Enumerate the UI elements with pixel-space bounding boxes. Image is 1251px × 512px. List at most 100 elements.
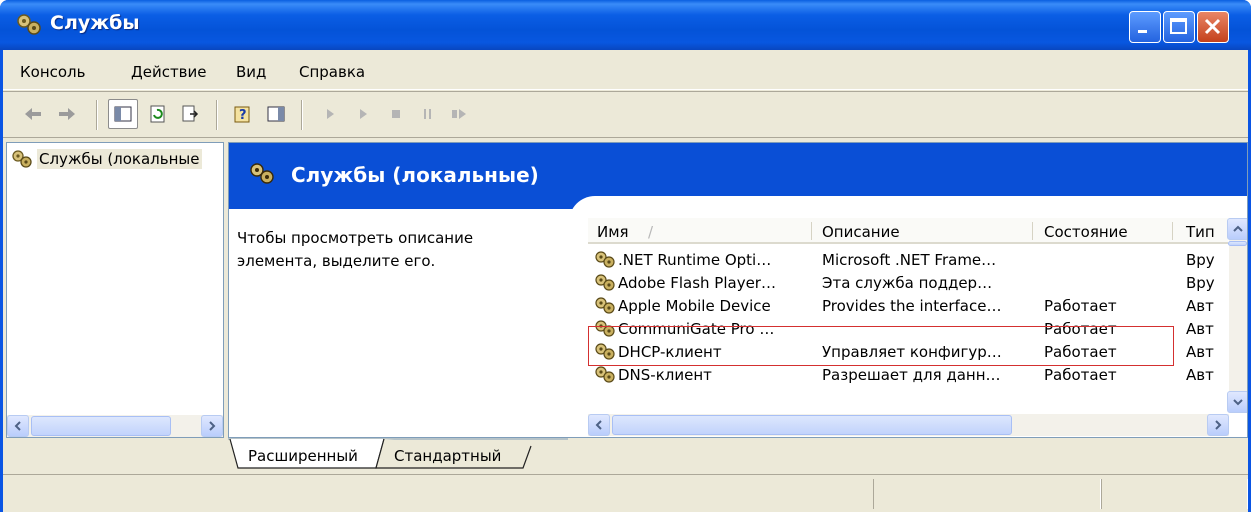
services-gear-icon: [17, 14, 41, 35]
tree-horizontal-scrollbar[interactable]: [7, 415, 223, 437]
toolbar-separator: [301, 100, 303, 130]
table-row[interactable]: Apple Mobile Device Provides the interfac…: [588, 294, 1228, 317]
service-gear-icon: [594, 273, 616, 295]
forward-arrow-icon: [59, 108, 75, 120]
column-header-row: Имя / Описание Состояние Тип: [588, 218, 1228, 244]
column-header-description[interactable]: Описание: [822, 223, 900, 241]
column-divider[interactable]: [1032, 222, 1033, 240]
description-line: элемента, выделите его.: [237, 252, 436, 270]
help-button[interactable]: ?: [228, 99, 258, 129]
scroll-left-button[interactable]: [588, 414, 610, 436]
pause-service-button[interactable]: [413, 99, 443, 129]
cell-name: Apple Mobile Device: [618, 297, 771, 315]
scroll-right-button[interactable]: [1207, 414, 1229, 436]
export-list-button[interactable]: [175, 99, 205, 129]
tab-extended[interactable]: Расширенный: [248, 447, 358, 465]
status-bar: [3, 474, 1248, 512]
scroll-up-button[interactable]: [1227, 218, 1247, 240]
scroll-down-button[interactable]: [1227, 391, 1247, 413]
list-horizontal-scrollbar[interactable]: [588, 414, 1229, 436]
status-cell: [1101, 479, 1248, 509]
tree-item-services-local[interactable]: Службы (локальные: [11, 149, 202, 169]
column-divider[interactable]: [811, 222, 812, 240]
start-service-button[interactable]: [315, 99, 345, 129]
service-gear-icon: [594, 365, 616, 387]
export-list-icon: [182, 105, 199, 122]
refresh-icon: [150, 105, 165, 123]
forward-button[interactable]: [52, 99, 82, 129]
list-vertical-scrollbar[interactable]: [1227, 218, 1247, 413]
restart-service-button[interactable]: [444, 99, 474, 129]
back-arrow-icon: [25, 108, 41, 120]
cell-type: Авт: [1186, 366, 1214, 384]
menu-bar: Консоль Действие Вид Справка: [3, 50, 1248, 90]
menu-console[interactable]: Консоль: [20, 63, 86, 81]
close-button[interactable]: [1197, 11, 1229, 43]
play-icon: [327, 109, 334, 119]
chevron-right-icon: [209, 421, 216, 431]
column-divider[interactable]: [1172, 222, 1173, 240]
menu-view[interactable]: Вид: [236, 63, 266, 81]
console-tree-icon: [114, 106, 132, 122]
cell-type: Авт: [1186, 343, 1214, 361]
menu-help[interactable]: Справка: [299, 63, 365, 81]
details-pane: Службы (локальные) Чтобы просмотреть опи…: [228, 142, 1248, 438]
stop-service-button[interactable]: [381, 99, 411, 129]
chevron-right-icon: [1215, 420, 1222, 430]
highlight-annotation-box: [588, 326, 1174, 366]
tree-item-label: Службы (локальные: [37, 149, 202, 169]
cell-name: .NET Runtime Opti…: [618, 251, 772, 269]
toolbar: ?: [3, 91, 1248, 138]
show-hide-console-tree-button[interactable]: [108, 99, 138, 129]
window-title: Службы: [50, 12, 140, 34]
start-service-alt-button[interactable]: [348, 99, 378, 129]
services-gear-icon: [250, 163, 274, 184]
pane-title: Службы (локальные): [291, 163, 539, 187]
scroll-thumb[interactable]: [1228, 241, 1247, 246]
status-cell: [873, 479, 1101, 509]
cell-name: Adobe Flash Player…: [618, 274, 776, 292]
maximize-button[interactable]: [1163, 11, 1195, 43]
table-row[interactable]: DNS-клиент Разрешает для данн… Работает Авт: [588, 363, 1228, 386]
cell-type: Вру: [1186, 251, 1215, 269]
table-row[interactable]: Adobe Flash Player… Эта служба поддер… Вру: [588, 271, 1228, 294]
column-header-status[interactable]: Состояние: [1044, 223, 1128, 241]
tab-standard[interactable]: Стандартный: [394, 447, 501, 465]
stop-icon: [392, 110, 400, 118]
chevron-left-icon: [14, 421, 21, 431]
svg-text:?: ?: [239, 108, 247, 123]
sort-indicator: /: [648, 223, 654, 241]
scroll-thumb[interactable]: [31, 416, 171, 436]
chevron-left-icon: [595, 420, 602, 430]
column-header-name[interactable]: Имя: [597, 223, 629, 241]
cell-description: Microsoft .NET Frame…: [822, 251, 997, 269]
cell-description: Эта служба поддер…: [822, 274, 993, 292]
title-bar[interactable]: Службы: [0, 0, 1251, 50]
pause-icon: [424, 109, 431, 119]
restart-icon: [452, 109, 466, 119]
back-button[interactable]: [18, 99, 48, 129]
show-action-pane-button[interactable]: [261, 99, 291, 129]
table-row[interactable]: .NET Runtime Opti… Microsoft .NET Frame… В…: [588, 248, 1228, 271]
menu-action[interactable]: Действие: [131, 63, 207, 81]
chevron-up-icon: [1233, 225, 1243, 232]
scroll-right-button[interactable]: [201, 415, 223, 437]
cell-type: Авт: [1186, 320, 1214, 338]
service-gear-icon: [594, 250, 616, 272]
scroll-thumb[interactable]: [612, 415, 1012, 435]
minimize-button[interactable]: [1129, 11, 1161, 43]
scroll-left-button[interactable]: [7, 415, 29, 437]
toolbar-separator: [216, 100, 218, 130]
action-pane-icon: [267, 106, 285, 122]
cell-description: Разрешает для данн…: [822, 366, 1001, 384]
description-text: Чтобы просмотреть описание элемента, выд…: [237, 227, 567, 273]
cell-type: Авт: [1186, 297, 1214, 315]
refresh-button[interactable]: [143, 99, 173, 129]
chevron-down-icon: [1233, 399, 1243, 406]
cell-status: Работает: [1044, 297, 1117, 315]
cell-description: Provides the interface…: [822, 297, 1002, 315]
column-header-type[interactable]: Тип: [1186, 223, 1215, 241]
toolbar-separator: [96, 100, 98, 130]
cell-status: Работает: [1044, 366, 1117, 384]
cell-type: Вру: [1186, 274, 1215, 292]
